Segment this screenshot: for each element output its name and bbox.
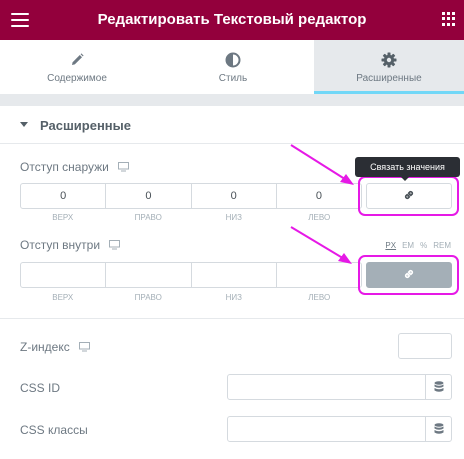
tab-content-label: Содержимое (47, 73, 107, 84)
padding-top-input[interactable] (21, 263, 107, 287)
gear-icon (314, 52, 464, 70)
padding-link-values-button[interactable] (366, 262, 452, 288)
tab-content[interactable]: Содержимое (0, 40, 154, 94)
padding-side-label: ВЕРХ (52, 293, 74, 302)
monitor-icon[interactable] (118, 161, 130, 175)
padding-label-row: Отступ внутри (20, 238, 121, 253)
margin-side-label: ЛЕВО (308, 213, 331, 222)
margin-side-labels: ВЕРХ ПРАВО НИЗ ЛЕВО (20, 213, 362, 222)
dynamic-tags-database-icon[interactable] (425, 417, 451, 441)
margin-label-row: Отступ снаружи (20, 160, 130, 175)
tab-style-label: Стиль (218, 73, 248, 84)
section-header[interactable]: Расширенные (0, 106, 464, 144)
active-tab-indicator (314, 91, 464, 94)
margin-inputs: 0 0 0 0 (20, 183, 362, 209)
z-index-label-row: Z-индекс (20, 340, 91, 355)
tab-style[interactable]: Стиль (156, 40, 310, 94)
section-title: Расширенные (40, 118, 131, 133)
margin-right-input[interactable]: 0 (106, 184, 192, 208)
monitor-icon[interactable] (79, 341, 91, 355)
apps-grid-icon[interactable] (442, 12, 456, 26)
editor-header: Редактировать Текстовый редактор (0, 0, 464, 40)
link-values-tooltip: Связать значения (355, 157, 460, 181)
z-index-label: Z-индекс (20, 340, 70, 354)
margin-side-label: ВЕРХ (52, 213, 74, 222)
divider (0, 318, 464, 319)
padding-left-input[interactable] (277, 263, 361, 287)
css-id-input[interactable] (227, 374, 452, 400)
unit-px[interactable]: PX (385, 241, 396, 250)
margin-label: Отступ снаружи (20, 160, 109, 174)
monitor-icon[interactable] (109, 239, 121, 253)
margin-side-label: НИЗ (225, 213, 242, 222)
css-id-label: CSS ID (20, 381, 61, 395)
padding-label: Отступ внутри (20, 238, 101, 252)
tab-advanced[interactable]: Расширенные (314, 40, 464, 94)
unit-em[interactable]: EM (402, 241, 414, 250)
link-icon (403, 189, 415, 204)
padding-side-label: ЛЕВО (308, 293, 331, 302)
unit-rem[interactable]: REM (433, 241, 451, 250)
margin-top-input[interactable]: 0 (21, 184, 107, 208)
unit-percent[interactable]: % (420, 241, 427, 250)
margin-side-label: ПРАВО (134, 213, 162, 222)
margin-link-values-button[interactable] (366, 183, 452, 209)
unit-switcher: PX EM % REM (379, 241, 451, 250)
tab-advanced-label: Расширенные (356, 73, 422, 84)
link-icon (403, 268, 415, 283)
z-index-input[interactable] (398, 333, 452, 359)
panel-tabs: Содержимое Стиль Расширенные (0, 40, 464, 94)
margin-left-input[interactable]: 0 (277, 184, 361, 208)
padding-side-label: ПРАВО (134, 293, 162, 302)
css-classes-input[interactable] (227, 416, 452, 442)
padding-side-label: НИЗ (225, 293, 242, 302)
page-title: Редактировать Текстовый редактор (97, 11, 367, 28)
caret-down-icon (20, 122, 28, 127)
dynamic-tags-database-icon[interactable] (425, 375, 451, 399)
padding-bottom-input[interactable] (192, 263, 277, 287)
padding-right-input[interactable] (106, 263, 192, 287)
half-circle-icon (156, 52, 310, 70)
padding-inputs (20, 262, 362, 288)
margin-bottom-input[interactable]: 0 (192, 184, 277, 208)
padding-side-labels: ВЕРХ ПРАВО НИЗ ЛЕВО (20, 293, 362, 302)
css-classes-label: CSS классы (20, 423, 88, 437)
pencil-icon (0, 52, 154, 70)
